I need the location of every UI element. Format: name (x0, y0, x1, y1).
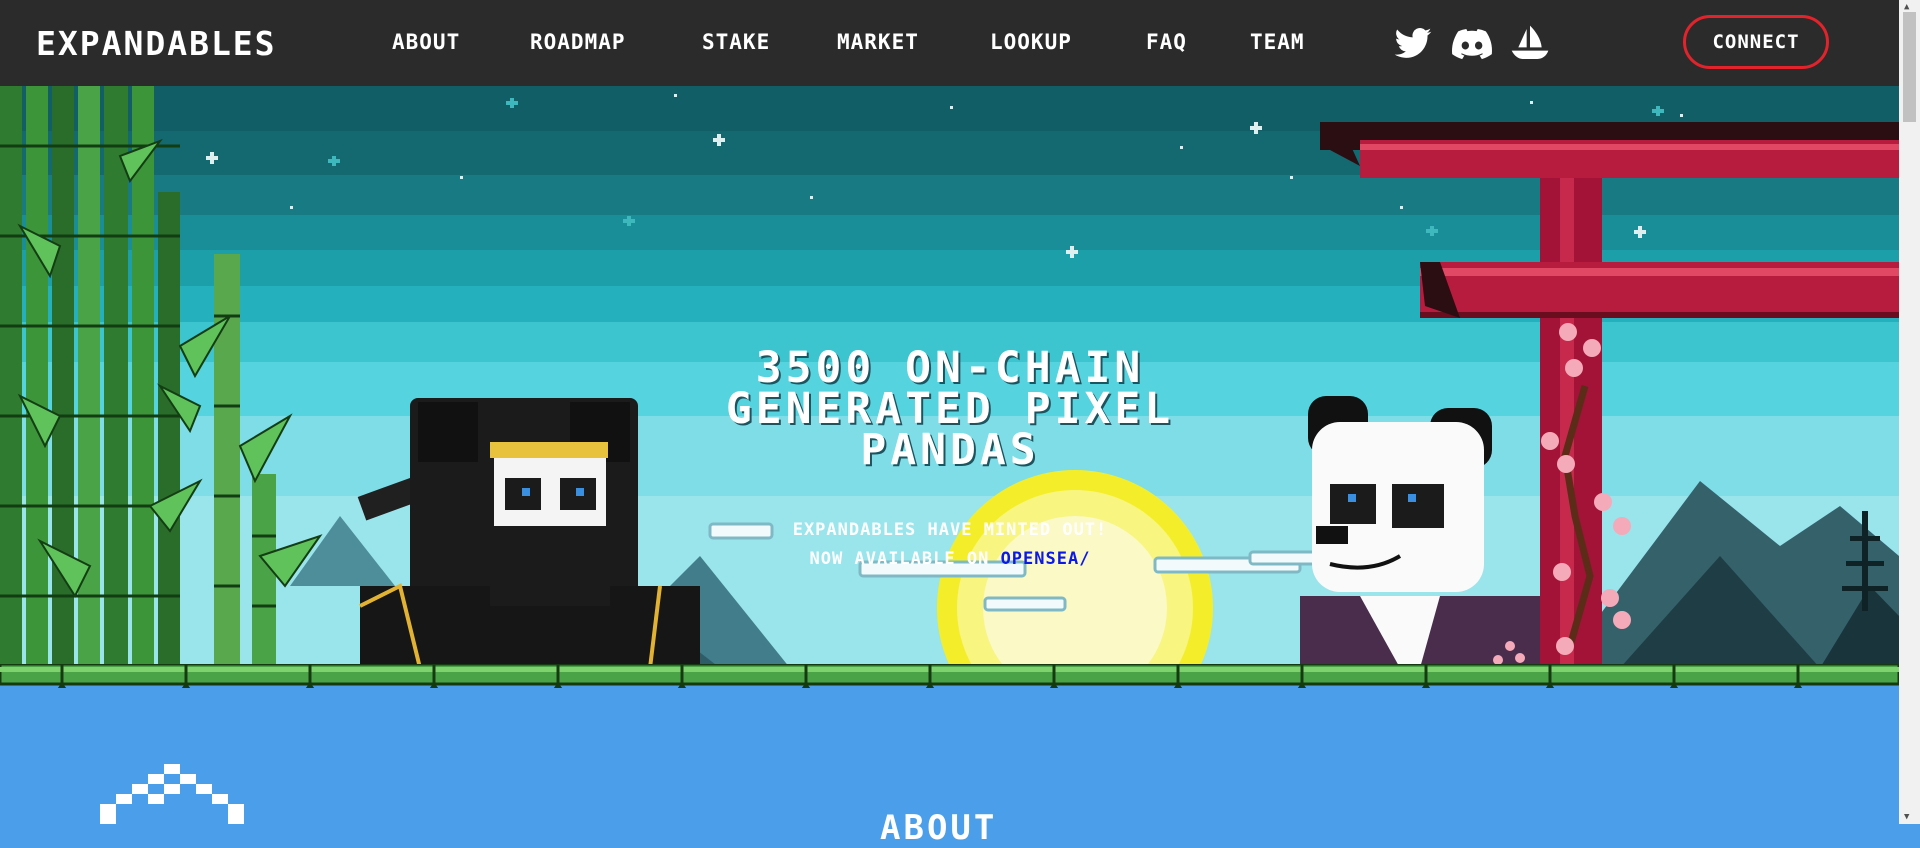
nav-roadmap[interactable]: ROADMAP (530, 30, 626, 54)
nav-team[interactable]: TEAM (1250, 30, 1305, 54)
top-navbar: EXPANDABLES ABOUT ROADMAP STAKE MARKET L… (0, 0, 1899, 86)
hero-banner: 3500 ON-CHAIN GENERATED PIXEL PANDAS EXP… (0, 86, 1899, 668)
opensea-icon[interactable] (1508, 24, 1552, 64)
hero-headline: 3500 ON-CHAIN GENERATED PIXEL PANDAS (560, 343, 1340, 475)
about-section: ABOUT (0, 688, 1899, 848)
hero-subtext: EXPANDABLES HAVE MINTED OUT! NOW AVAILAB… (600, 516, 1300, 574)
headline-line-3: PANDAS (860, 425, 1040, 475)
discord-icon[interactable] (1450, 24, 1494, 64)
nav-about[interactable]: ABOUT (392, 30, 460, 54)
minted-text: EXPANDABLES HAVE MINTED OUT! (792, 520, 1108, 540)
pixel-cloud-icon (100, 764, 244, 824)
nav-market[interactable]: MARKET (837, 30, 919, 54)
nav-stake[interactable]: STAKE (702, 30, 770, 54)
about-heading: ABOUT (880, 808, 998, 848)
brand-logo[interactable]: EXPANDABLES (36, 24, 277, 63)
nav-lookup[interactable]: LOOKUP (990, 30, 1072, 54)
nav-faq[interactable]: FAQ (1146, 30, 1187, 54)
opensea-link[interactable]: OPENSEA/ (1001, 549, 1091, 569)
scroll-up-icon[interactable]: ▲ (1904, 2, 1909, 12)
scroll-thumb[interactable] (1903, 12, 1916, 122)
available-prefix: NOW AVAILABLE ON (809, 549, 990, 569)
page-scrollbar[interactable]: ▲ ▼ (1899, 0, 1920, 824)
availability-text: NOW AVAILABLE ON OPENSEA/ (600, 545, 1300, 574)
headline-line-1: 3500 ON-CHAIN (755, 343, 1145, 393)
twitter-icon[interactable] (1391, 24, 1435, 64)
scroll-down-icon[interactable]: ▼ (1904, 812, 1909, 822)
headline-line-2: GENERATED PIXEL (725, 384, 1175, 434)
connect-button[interactable]: CONNECT (1683, 15, 1829, 69)
